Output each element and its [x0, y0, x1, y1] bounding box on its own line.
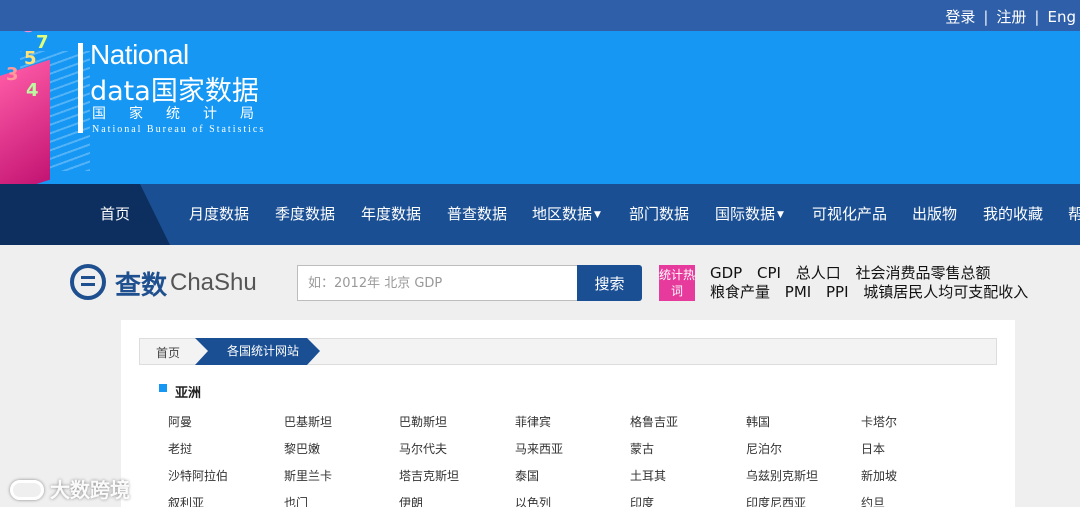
hot-words-badge: 统计热词: [659, 265, 695, 301]
decorative-numbers: 9 8 7 5 3 4: [6, 31, 49, 101]
nav-item-international[interactable]: 国际数据 ▼: [715, 203, 784, 224]
watermark-logo-icon: [10, 480, 44, 500]
chashu-search-icon: [70, 264, 106, 300]
country-link[interactable]: 黎巴嫩: [284, 440, 320, 457]
account-links: 登录 | 注册 | Eng: [941, 6, 1080, 27]
country-link[interactable]: 沙特阿拉伯: [168, 467, 228, 484]
breadcrumb-current: 各国统计网站: [195, 338, 320, 365]
country-link[interactable]: 印度: [630, 494, 654, 507]
nav-home-background: [0, 184, 170, 245]
nav-item-monthly[interactable]: 月度数据: [189, 203, 249, 224]
separator: |: [1034, 8, 1040, 26]
hot-word[interactable]: 总人口: [796, 264, 841, 283]
country-link[interactable]: 菲律宾: [515, 413, 551, 430]
nav-item-home[interactable]: 首页: [100, 203, 130, 224]
nav-item-publications[interactable]: 出版物: [912, 203, 957, 224]
region-title: 亚洲: [175, 386, 202, 401]
nav-item-international-label: 国际数据: [715, 205, 776, 223]
country-link[interactable]: 印度尼西亚: [746, 494, 806, 507]
country-link[interactable]: 卡塔尔: [861, 413, 897, 430]
hot-word[interactable]: 城镇居民人均可支配收入: [863, 283, 1028, 302]
country-link[interactable]: 以色列: [515, 494, 551, 507]
breadcrumb: 首页 各国统计网站: [139, 338, 997, 365]
hot-words-list: GDP CPI 总人口 社会消费品零售总额 粮食产量 PMI PPI 城镇居民人…: [710, 264, 1060, 302]
watermark-text: 大数跨境: [50, 478, 130, 502]
country-link[interactable]: 巴基斯坦: [284, 413, 332, 430]
main-nav: 首页 月度数据 季度数据 年度数据 普查数据 地区数据 ▼ 部门数据 国际数据 ▼ …: [0, 184, 1080, 245]
nav-item-help[interactable]: 帮: [1068, 203, 1080, 224]
hot-word[interactable]: PMI: [785, 283, 811, 302]
country-link[interactable]: 伊朗: [399, 494, 423, 507]
search-button[interactable]: 搜索: [577, 265, 642, 301]
nav-item-favorites[interactable]: 我的收藏: [983, 203, 1043, 224]
watermark: 大数跨境: [10, 474, 130, 503]
country-link[interactable]: 塔吉克斯坦: [399, 467, 459, 484]
login-link[interactable]: 登录: [945, 8, 975, 26]
country-link[interactable]: 叙利亚: [168, 494, 204, 507]
breadcrumb-home[interactable]: 首页: [156, 344, 180, 361]
country-link[interactable]: 马尔代夫: [399, 440, 447, 457]
register-link[interactable]: 注册: [996, 8, 1026, 26]
country-link[interactable]: 老挝: [168, 440, 192, 457]
nav-item-quarterly[interactable]: 季度数据: [275, 203, 335, 224]
country-link[interactable]: 约旦: [861, 494, 885, 507]
logo-bureau-en: National Bureau of Statistics: [92, 124, 266, 135]
hot-word[interactable]: 社会消费品零售总额: [856, 264, 991, 283]
country-link[interactable]: 马来西亚: [515, 440, 563, 457]
caret-down-icon: ▼: [594, 210, 601, 220]
hot-word[interactable]: CPI: [757, 264, 781, 283]
caret-down-icon: ▼: [777, 210, 784, 220]
hot-word[interactable]: PPI: [826, 283, 849, 302]
english-link[interactable]: Eng: [1047, 8, 1076, 26]
country-link[interactable]: 斯里兰卡: [284, 467, 332, 484]
hot-word[interactable]: GDP: [710, 264, 742, 283]
country-link[interactable]: 新加坡: [861, 467, 897, 484]
chashu-brand-en: ChaShu: [170, 269, 257, 296]
header-banner: 9 8 7 5 3 4 National data国家数据 国家统计局 Nati…: [0, 31, 1080, 184]
nav-item-regional-label: 地区数据: [532, 205, 593, 223]
logo-national-text: National: [90, 39, 189, 70]
separator: |: [983, 8, 989, 26]
search-input[interactable]: [297, 265, 577, 301]
nav-item-visualization[interactable]: 可视化产品: [812, 203, 887, 224]
square-bullet-icon: [159, 384, 167, 392]
logo-divider: [78, 43, 83, 133]
country-link[interactable]: 日本: [861, 440, 885, 457]
country-link[interactable]: 泰国: [515, 467, 539, 484]
nav-item-census[interactable]: 普查数据: [447, 203, 507, 224]
nav-item-departmental[interactable]: 部门数据: [629, 203, 689, 224]
country-link[interactable]: 格鲁吉亚: [630, 413, 678, 430]
country-link[interactable]: 巴勒斯坦: [399, 413, 447, 430]
country-link[interactable]: 尼泊尔: [746, 440, 782, 457]
country-link[interactable]: 乌兹别克斯坦: [746, 467, 818, 484]
country-link[interactable]: 也门: [284, 494, 308, 507]
logo-bureau-cn: 国家统计局: [92, 106, 277, 122]
country-link[interactable]: 韩国: [746, 413, 770, 430]
country-link[interactable]: 阿曼: [168, 413, 192, 430]
chashu-brand-cn: 查数: [115, 271, 168, 301]
hot-word[interactable]: 粮食产量: [710, 283, 770, 302]
nav-item-regional[interactable]: 地区数据 ▼: [532, 203, 601, 224]
nav-item-annual[interactable]: 年度数据: [361, 203, 421, 224]
country-link[interactable]: 蒙古: [630, 440, 654, 457]
top-strip: 登录 | 注册 | Eng: [0, 0, 1080, 31]
country-link[interactable]: 土耳其: [630, 467, 666, 484]
